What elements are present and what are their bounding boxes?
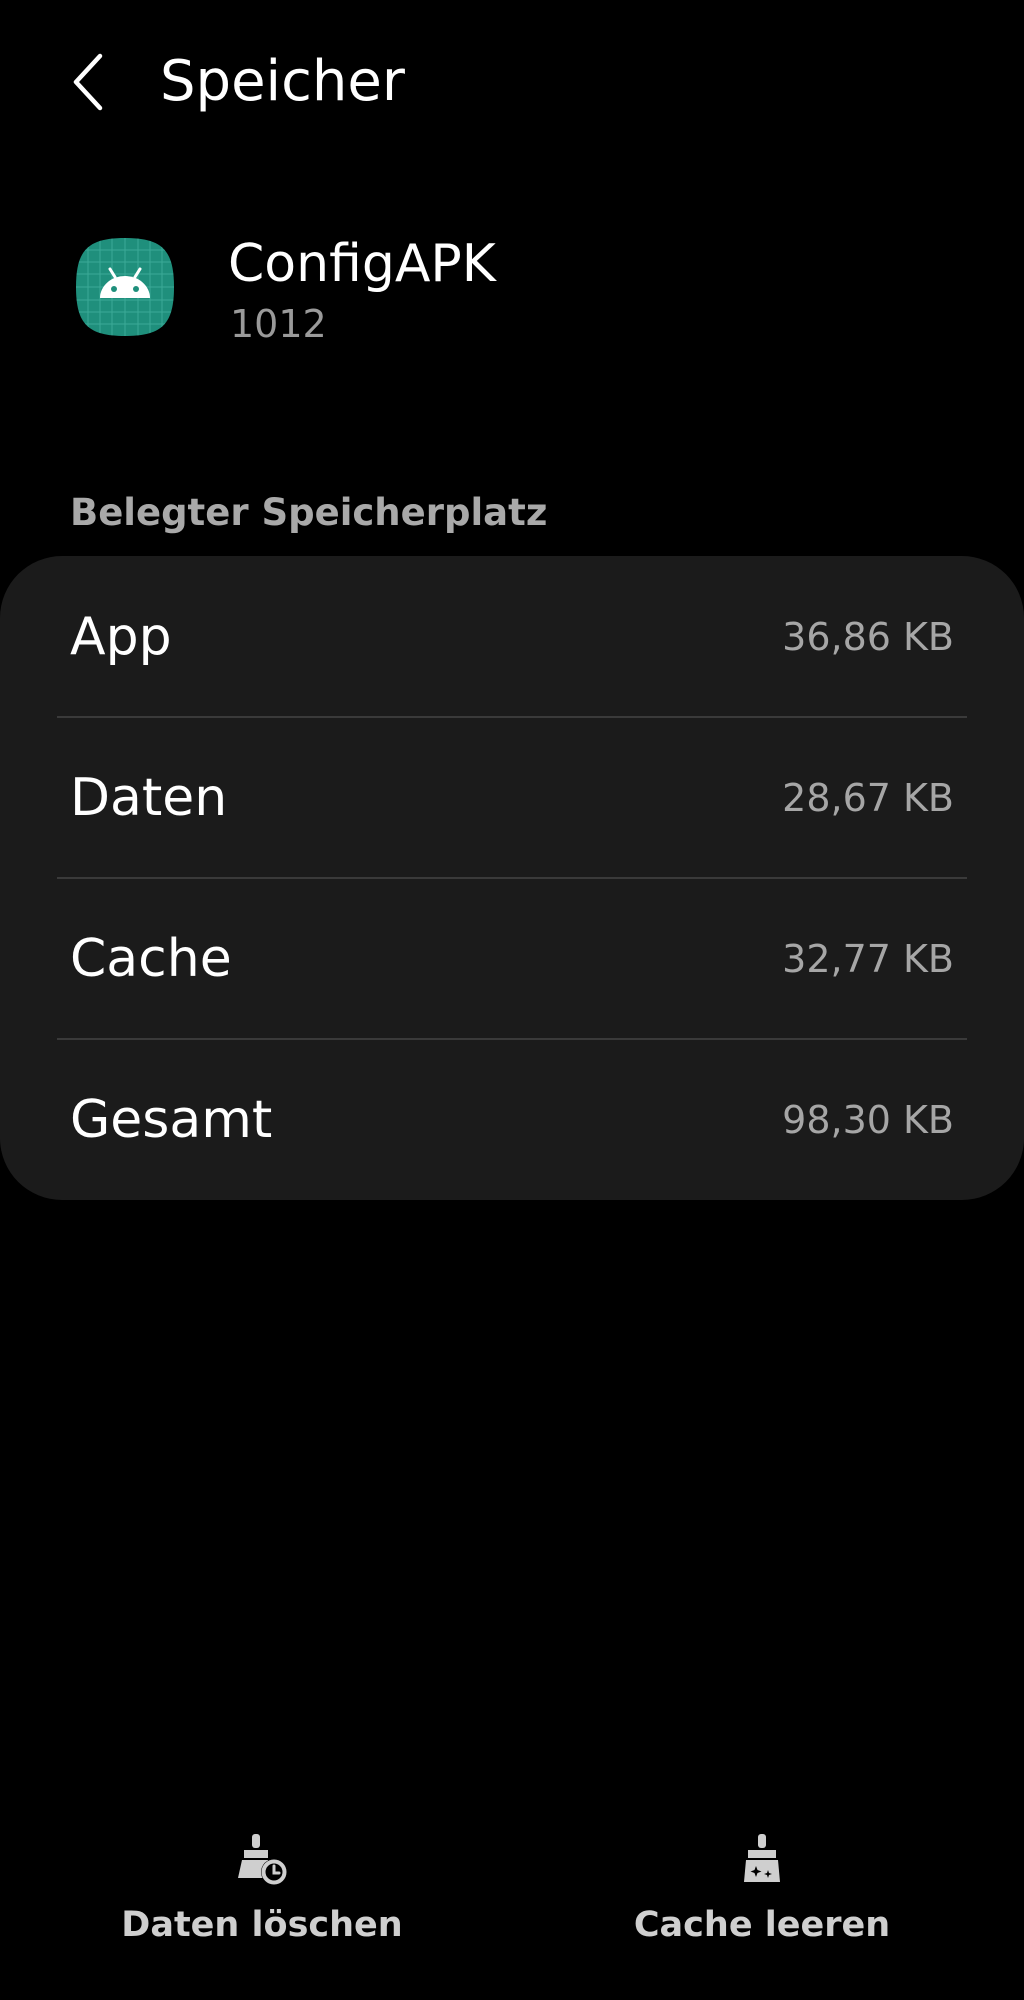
app-info: ConfigAPK 1012: [0, 220, 1024, 360]
row-value: 32,77 KB: [782, 936, 954, 981]
row-label: Gesamt: [70, 1089, 273, 1150]
chevron-left-icon: [70, 52, 106, 112]
row-label: App: [70, 606, 172, 667]
bottom-action-bar: Daten löschen Cache leeren: [0, 1830, 1024, 1970]
clear-cache-label: Cache leeren: [633, 1905, 891, 1945]
row-value: 28,67 KB: [782, 775, 954, 820]
storage-row-data[interactable]: Daten 28,67 KB: [0, 717, 1024, 878]
broom-sparkle-icon: [732, 1830, 792, 1890]
app-version: 1012: [230, 302, 327, 346]
row-label: Daten: [70, 767, 228, 828]
clear-data-label: Daten löschen: [121, 1905, 403, 1945]
broom-clock-icon: [232, 1830, 292, 1890]
row-label: Cache: [70, 928, 232, 989]
android-app-icon: [74, 236, 176, 338]
back-button[interactable]: [56, 42, 120, 122]
section-label: Belegter Speicherplatz: [70, 491, 548, 534]
clear-data-button[interactable]: Daten löschen: [52, 1830, 472, 1970]
clear-cache-button[interactable]: Cache leeren: [552, 1830, 972, 1970]
page-title: Speicher: [160, 49, 405, 114]
storage-card: App 36,86 KB Daten 28,67 KB Cache 32,77 …: [0, 556, 1024, 1200]
storage-row-app[interactable]: App 36,86 KB: [0, 556, 1024, 717]
storage-screen: Speicher ConfigAPK 1012 Belegter Speiche…: [0, 0, 1024, 2000]
app-name: ConfigAPK: [228, 234, 496, 294]
row-value: 98,30 KB: [782, 1097, 954, 1142]
header: Speicher: [0, 0, 1024, 165]
storage-row-cache[interactable]: Cache 32,77 KB: [0, 878, 1024, 1039]
storage-row-total[interactable]: Gesamt 98,30 KB: [0, 1039, 1024, 1200]
row-value: 36,86 KB: [782, 614, 954, 659]
